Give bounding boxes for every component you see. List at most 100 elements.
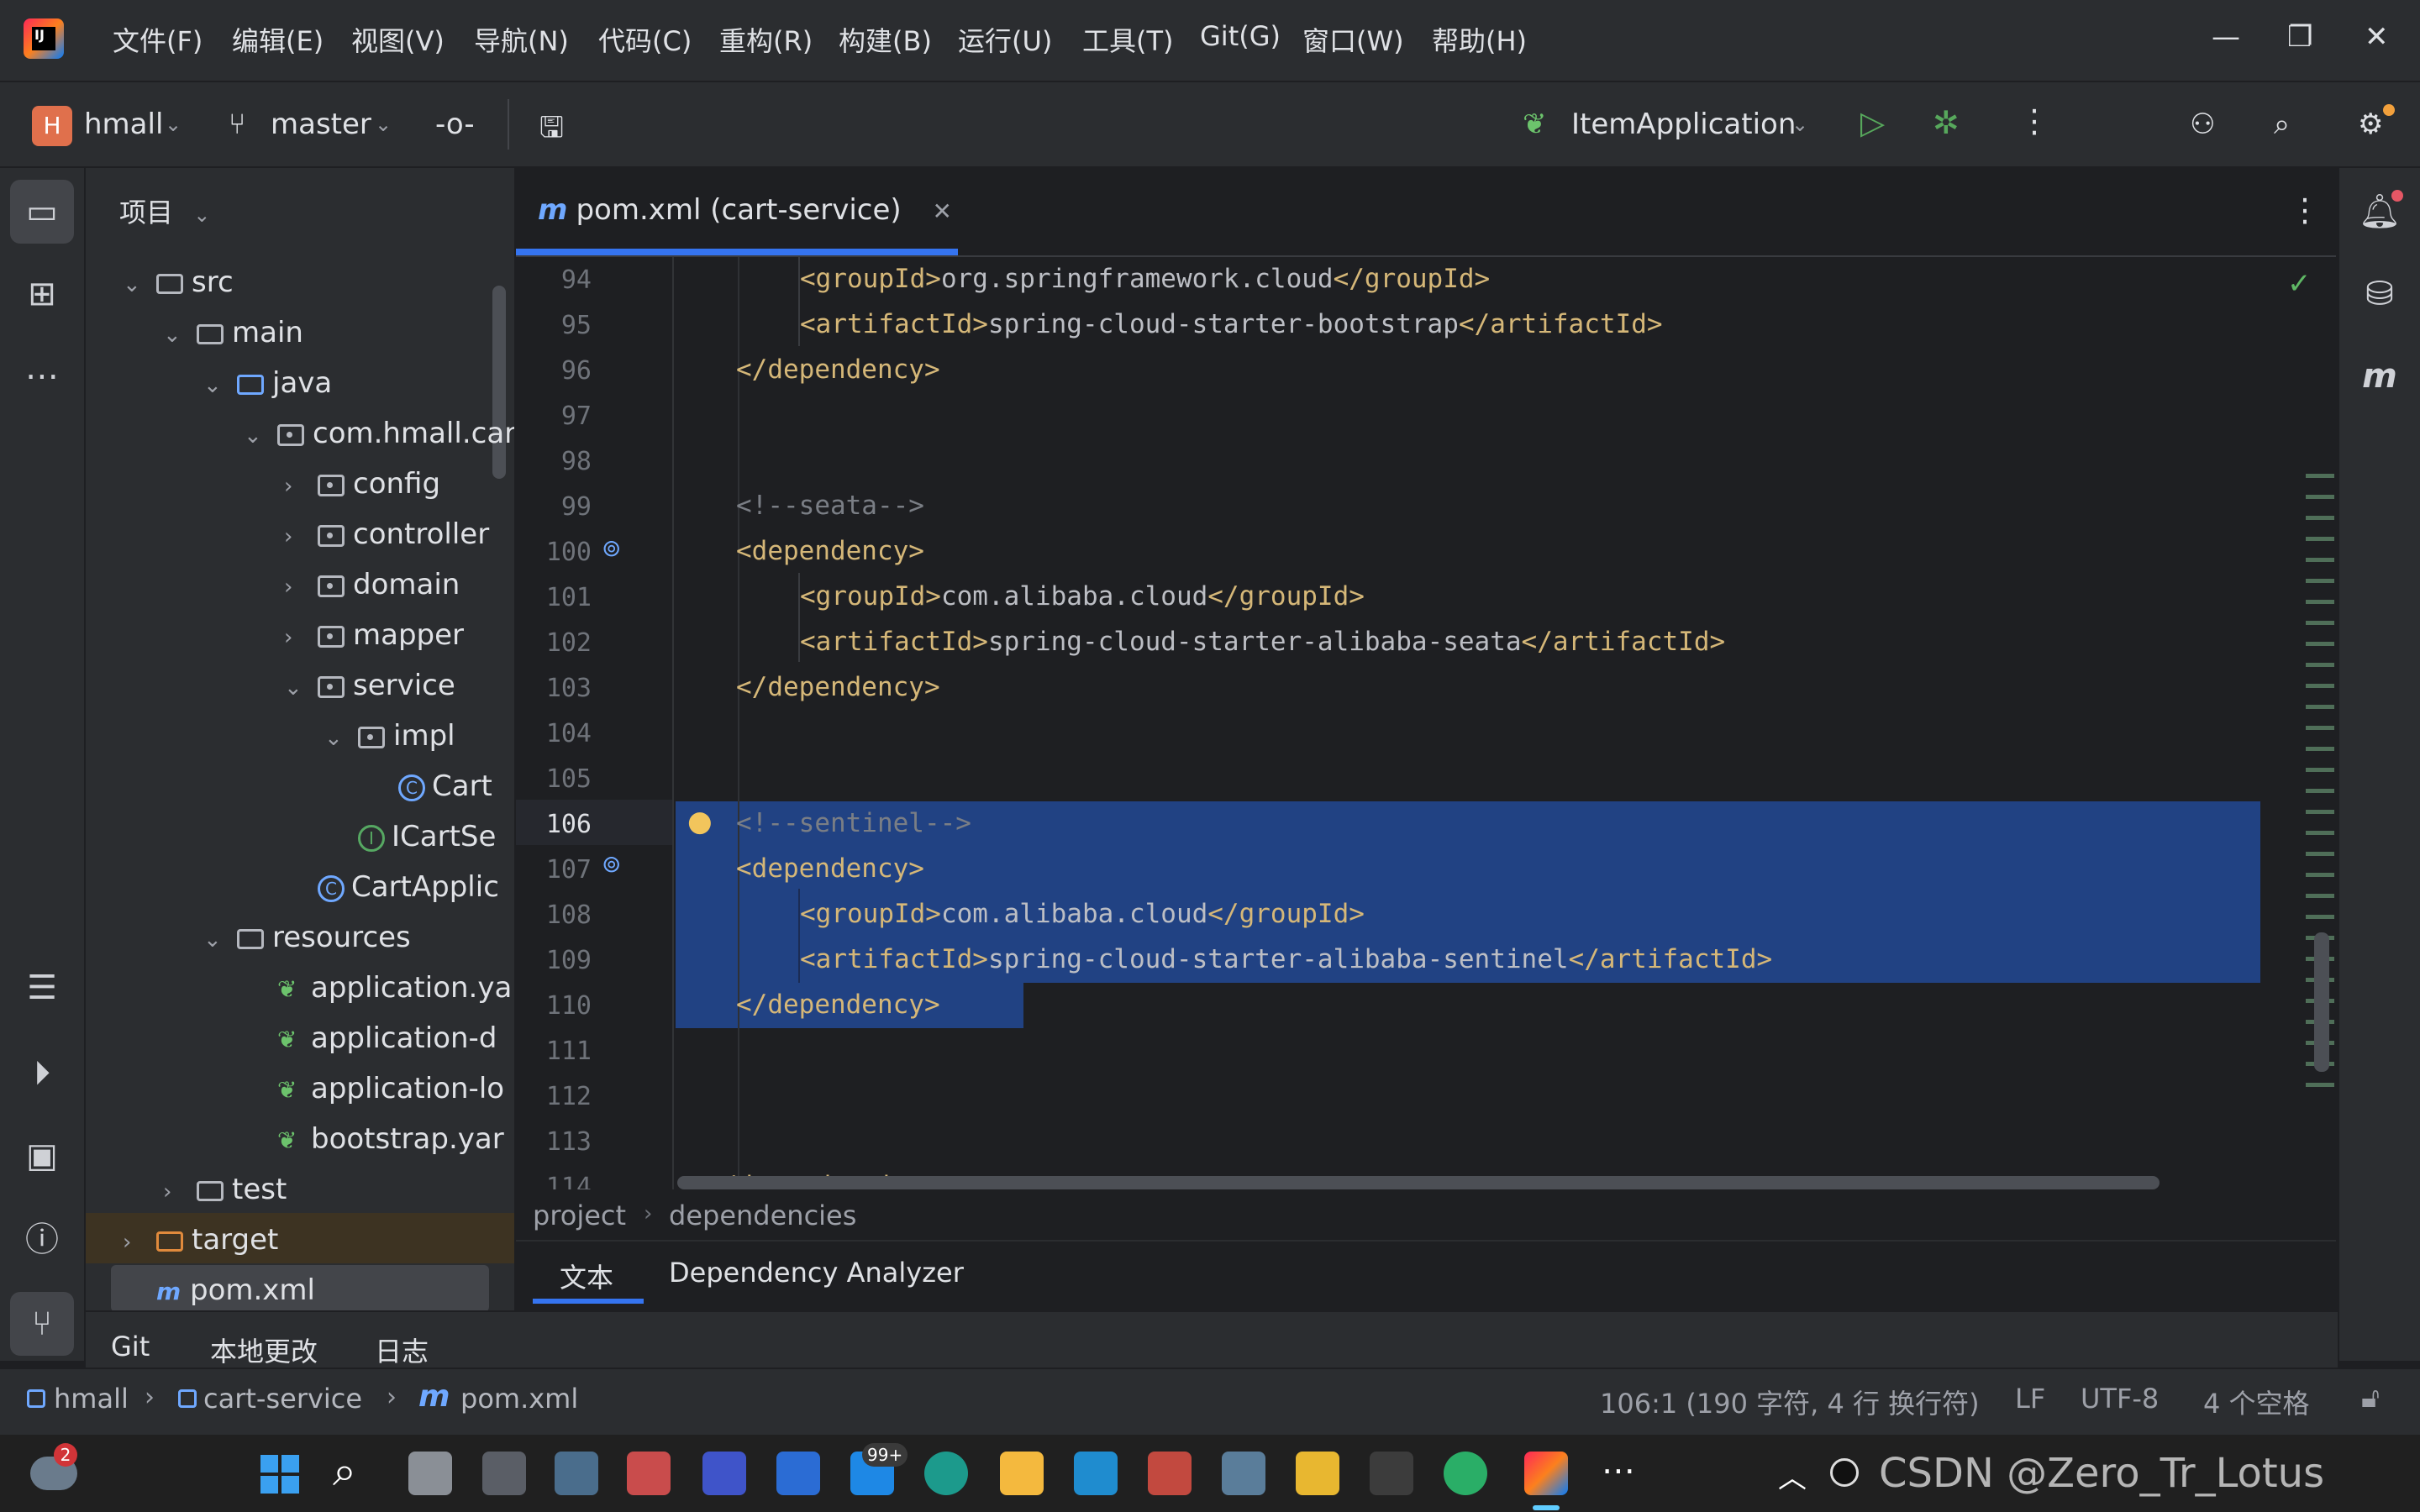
chevron-right-icon[interactable]: › [284,562,318,612]
menu-item[interactable]: 窗口(W) [1302,20,1404,59]
more-vertical-icon[interactable]: ⋮ [2018,102,2050,139]
status-path-pom[interactable]: pom.xml [460,1383,578,1415]
chevron-right-icon[interactable]: › [284,612,318,663]
file-encoding[interactable]: UTF-8 [2081,1383,2159,1415]
tab-text[interactable]: 文本 [560,1257,613,1295]
menu-item[interactable]: 帮助(H) [1432,20,1527,59]
notifications-icon[interactable]: 🔔︎ [2348,180,2412,244]
chevron-down-icon[interactable]: ⌄ [284,663,318,713]
chevron-right-icon[interactable]: › [284,461,318,512]
chevron-right-icon[interactable]: › [284,512,318,562]
tree-item[interactable]: I ICartSe [324,811,496,862]
lock-icon[interactable]: 🔓︎ [2361,1381,2380,1415]
status-path-hmall[interactable]: hmall [54,1383,129,1415]
change-marker[interactable] [2306,663,2334,667]
search-icon[interactable]: ⌕ [2274,108,2290,141]
indent-setting[interactable]: 4 个空格 [2203,1383,2310,1421]
chevron-right-icon[interactable]: › [123,1217,156,1268]
change-marker[interactable] [2306,852,2334,856]
app-icon[interactable] [702,1452,746,1495]
tree-item[interactable]: C Cart [365,761,492,811]
chevron-down-icon[interactable]: ⌄ [203,360,237,411]
menu-item[interactable]: 代码(C) [598,20,692,59]
change-marker[interactable] [2306,600,2334,604]
terminal-icon[interactable] [1370,1452,1413,1495]
menu-item[interactable]: 编辑(E) [232,20,324,59]
code-line[interactable]: <groupId>com.alibaba.cloud</groupId> [800,899,1365,929]
project-folder-icon[interactable]: ▭ [10,180,74,244]
change-marker[interactable] [2306,705,2334,709]
services-icon[interactable]: ⏵ [10,1042,74,1105]
search-icon[interactable]: ⌕ [333,1446,356,1496]
tree-item[interactable]: › controller [284,509,489,559]
chevron-down-icon[interactable]: ⌄ [203,915,237,965]
commit-icon[interactable]: -o- [435,108,475,141]
app-icon[interactable] [1148,1452,1192,1495]
chevron-down-icon[interactable]: ⌄ [193,203,210,227]
pdf-icon[interactable] [1296,1452,1339,1495]
tree-item[interactable]: ⌄ service [284,660,455,711]
override-marker-icon[interactable]: ⊚ [602,534,621,562]
chevron-down-icon[interactable]: ⌄ [244,411,277,461]
change-marker[interactable] [2306,495,2334,499]
horizontal-scrollbar[interactable] [677,1176,2160,1189]
tree-item[interactable]: ❦ bootstrap.yar [244,1114,504,1164]
code-line[interactable]: <artifactId>spring-cloud-starter-bootstr… [800,309,1663,339]
monitor-icon[interactable] [1222,1452,1265,1495]
tree-item[interactable]: m pom.xml [123,1265,315,1310]
more-horizontal-icon[interactable]: ⋯ [10,344,74,408]
app-icon[interactable] [482,1452,526,1495]
menu-item[interactable]: 文件(F) [113,20,203,59]
breadcrumb-item-dependencies[interactable]: dependencies [669,1200,856,1231]
app-icon[interactable] [1074,1452,1118,1495]
tree-item[interactable]: ⌄ java [203,358,332,408]
menu-item[interactable]: 重构(R) [719,20,813,59]
code-line[interactable]: </dependency> [736,354,940,385]
wechat-icon[interactable] [1444,1452,1487,1495]
debug-icon[interactable]: ✲ [1933,104,1960,141]
problems-icon[interactable]: ⓘ [10,1208,74,1272]
change-marker[interactable] [2306,747,2334,751]
intellij-logo-icon[interactable]: IJ [24,18,64,59]
change-marker[interactable] [2306,474,2334,478]
terminal-icon[interactable]: ▣ [10,1124,74,1188]
store-icon[interactable] [776,1452,820,1495]
tab-local-changes[interactable]: 本地更改 [210,1331,318,1369]
restore-button[interactable]: ❐ [2287,20,2312,54]
chevron-down-icon[interactable]: ⌄ [123,260,156,310]
change-marker[interactable] [2306,873,2334,877]
chevron-down-icon[interactable]: ⌄ [375,113,392,136]
editor-tab-pom[interactable]: m pom.xml (cart-service) ✕ [538,193,952,227]
menu-item[interactable]: 导航(N) [474,20,569,59]
code-line[interactable]: </dependency> [736,672,940,702]
code-line[interactable]: <artifactId>spring-cloud-starter-alibaba… [800,944,1772,974]
project-panel-title[interactable]: 项目 ⌄ [119,192,210,230]
change-marker[interactable] [2306,915,2334,919]
change-marker[interactable] [2306,621,2334,625]
change-marker[interactable] [2306,831,2334,835]
code-line[interactable]: <!--seata--> [736,491,924,521]
chevron-up-icon[interactable]: ︿ [1778,1455,1807,1496]
change-marker[interactable] [2306,642,2334,646]
status-path-cart-service[interactable]: cart-service [203,1383,362,1415]
change-marker[interactable] [2306,789,2334,793]
change-marker[interactable] [2306,558,2334,562]
qq-icon[interactable] [1830,1458,1859,1487]
chevron-down-icon[interactable]: ⌄ [1791,113,1808,136]
chevron-right-icon[interactable]: › [163,1167,197,1217]
change-marker[interactable] [2306,579,2334,583]
code-line[interactable]: <dependency> [736,853,924,884]
tree-item[interactable]: › config [284,459,440,509]
tree-item[interactable]: › mapper [284,610,464,660]
chevron-down-icon[interactable]: ⌄ [163,310,197,360]
file-explorer-icon[interactable] [1000,1452,1044,1495]
change-marker[interactable] [2306,768,2334,772]
change-marker[interactable] [2306,726,2334,730]
tab-dependency-analyzer[interactable]: Dependency Analyzer [669,1257,964,1289]
tree-item[interactable]: ❦ application.ya [244,963,512,1013]
camera-icon[interactable] [555,1452,598,1495]
project-avatar[interactable]: H [32,106,72,146]
tree-item[interactable]: ⌄ com.hmall.cart [244,408,514,461]
run-icon[interactable]: ▷ [1860,104,1885,141]
close-tab-icon[interactable]: ✕ [932,197,951,225]
